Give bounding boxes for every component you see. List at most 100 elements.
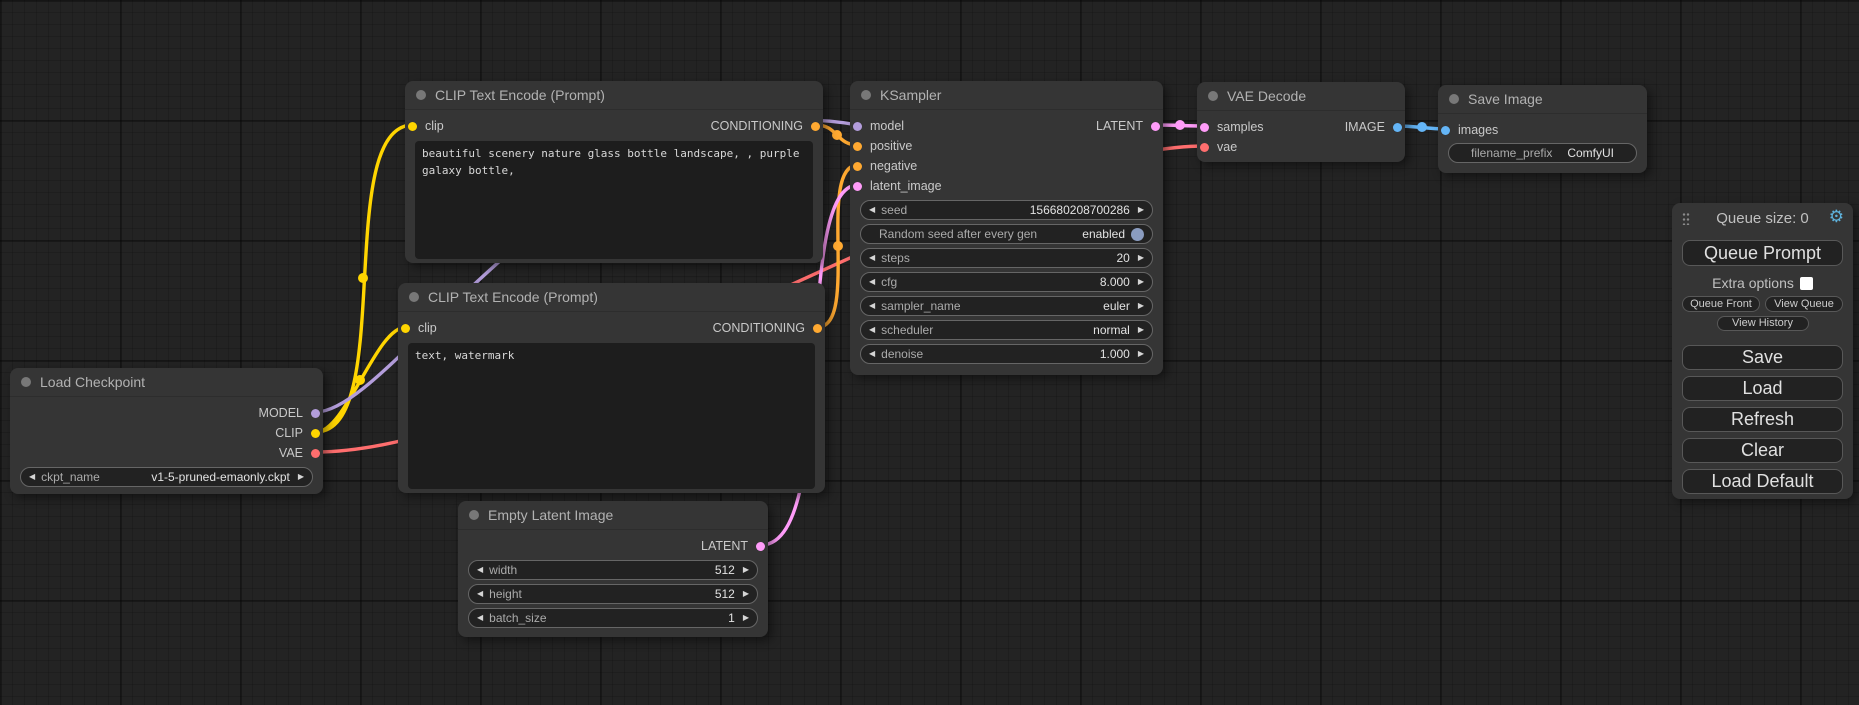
queue-front-button[interactable]: Queue Front: [1682, 296, 1760, 312]
arrow-right-icon[interactable]: ▶: [1138, 296, 1144, 316]
node-load-checkpoint[interactable]: Load Checkpoint MODEL CLIP VAE ◀ ckpt_na…: [10, 368, 323, 494]
prompt-textarea[interactable]: beautiful scenery nature glass bottle la…: [415, 141, 813, 259]
denoise-widget[interactable]: ◀ denoise 1.000 ▶: [860, 344, 1153, 364]
clip-input-port[interactable]: [401, 324, 410, 333]
model-output-port[interactable]: [311, 409, 320, 418]
height-widget[interactable]: ◀ height 512 ▶: [468, 584, 758, 604]
refresh-button[interactable]: Refresh: [1682, 407, 1843, 432]
arrow-right-icon[interactable]: ▶: [298, 467, 304, 487]
node-title-bar[interactable]: Empty Latent Image: [458, 501, 768, 530]
input-label: clip: [418, 318, 437, 338]
view-history-button[interactable]: View History: [1717, 316, 1809, 331]
steps-widget[interactable]: ◀ steps 20 ▶: [860, 248, 1153, 268]
clip-output-port[interactable]: [311, 429, 320, 438]
random-seed-widget[interactable]: Random seed after every gen enabled: [860, 224, 1153, 244]
arrow-left-icon[interactable]: ◀: [477, 608, 483, 628]
conditioning-output-port[interactable]: [811, 122, 820, 131]
clip-input-port[interactable]: [408, 122, 417, 131]
port-row: negative: [850, 156, 1163, 176]
arrow-right-icon[interactable]: ▶: [743, 608, 749, 628]
arrow-left-icon[interactable]: ◀: [869, 344, 875, 364]
vae-input-port[interactable]: [1200, 143, 1209, 152]
image-output-port[interactable]: [1393, 123, 1402, 132]
sampler-name-widget[interactable]: ◀ sampler_name euler ▶: [860, 296, 1153, 316]
load-button[interactable]: Load: [1682, 376, 1843, 401]
extra-options-checkbox[interactable]: [1800, 277, 1813, 290]
seed-widget[interactable]: ◀ seed 156680208700286 ▶: [860, 200, 1153, 220]
port-row: model LATENT: [850, 116, 1163, 136]
node-title-bar[interactable]: KSampler: [850, 81, 1163, 110]
node-ksampler[interactable]: KSampler model LATENT positive negative …: [850, 81, 1163, 375]
latent-output-port[interactable]: [1151, 122, 1160, 131]
conditioning-output-port[interactable]: [813, 324, 822, 333]
node-collapse-dot-icon[interactable]: [1208, 91, 1218, 101]
ckpt-name-widget[interactable]: ◀ ckpt_name v1-5-pruned-emaonly.ckpt ▶: [20, 467, 313, 487]
arrow-left-icon[interactable]: ◀: [477, 584, 483, 604]
node-clip-text-encode-positive[interactable]: CLIP Text Encode (Prompt) clip CONDITION…: [405, 81, 823, 263]
input-label: model: [870, 116, 904, 136]
width-widget[interactable]: ◀ width 512 ▶: [468, 560, 758, 580]
output-label: CONDITIONING: [711, 116, 803, 136]
node-collapse-dot-icon[interactable]: [1449, 94, 1459, 104]
load-default-button[interactable]: Load Default: [1682, 469, 1843, 494]
node-clip-text-encode-negative[interactable]: CLIP Text Encode (Prompt) clip CONDITION…: [398, 283, 825, 493]
arrow-right-icon[interactable]: ▶: [1138, 320, 1144, 340]
drag-handle-icon[interactable]: [1682, 212, 1690, 225]
output-label: MODEL: [259, 403, 303, 423]
arrow-right-icon[interactable]: ▶: [743, 560, 749, 580]
latent-output-port[interactable]: [756, 542, 765, 551]
view-queue-button[interactable]: View Queue: [1765, 296, 1843, 312]
node-collapse-dot-icon[interactable]: [409, 292, 419, 302]
arrow-left-icon[interactable]: ◀: [869, 320, 875, 340]
output-label: LATENT: [701, 536, 748, 556]
positive-input-port[interactable]: [853, 142, 862, 151]
widget-label: ckpt_name: [41, 470, 100, 484]
arrow-left-icon[interactable]: ◀: [29, 467, 35, 487]
save-button[interactable]: Save: [1682, 345, 1843, 370]
queue-prompt-button[interactable]: Queue Prompt: [1682, 240, 1843, 266]
prompt-textarea[interactable]: text, watermark: [408, 343, 815, 489]
filename-prefix-widget[interactable]: filename_prefix ComfyUI: [1448, 143, 1637, 163]
widget-label: denoise: [881, 347, 923, 361]
node-title-bar[interactable]: VAE Decode: [1197, 82, 1405, 111]
node-empty-latent-image[interactable]: Empty Latent Image LATENT ◀ width 512 ▶ …: [458, 501, 768, 637]
cfg-widget[interactable]: ◀ cfg 8.000 ▶: [860, 272, 1153, 292]
output-label: CONDITIONING: [713, 318, 805, 338]
node-title-bar[interactable]: Save Image: [1438, 85, 1647, 114]
negative-input-port[interactable]: [853, 162, 862, 171]
arrow-left-icon[interactable]: ◀: [869, 296, 875, 316]
node-collapse-dot-icon[interactable]: [861, 90, 871, 100]
arrow-right-icon[interactable]: ▶: [1138, 248, 1144, 268]
clear-button[interactable]: Clear: [1682, 438, 1843, 463]
arrow-left-icon[interactable]: ◀: [477, 560, 483, 580]
arrow-left-icon[interactable]: ◀: [869, 248, 875, 268]
node-vae-decode[interactable]: VAE Decode samples IMAGE vae: [1197, 82, 1405, 162]
latent-image-input-port[interactable]: [853, 182, 862, 191]
arrow-right-icon[interactable]: ▶: [1138, 272, 1144, 292]
vae-output-port[interactable]: [311, 449, 320, 458]
output-label: LATENT: [1096, 116, 1143, 136]
arrow-right-icon[interactable]: ▶: [743, 584, 749, 604]
node-collapse-dot-icon[interactable]: [21, 377, 31, 387]
gear-icon[interactable]: ⚙: [1829, 207, 1844, 227]
node-save-image[interactable]: Save Image images filename_prefix ComfyU…: [1438, 85, 1647, 173]
port-row: vae: [1197, 137, 1405, 157]
node-title-bar[interactable]: CLIP Text Encode (Prompt): [405, 81, 823, 110]
node-title-bar[interactable]: CLIP Text Encode (Prompt): [398, 283, 825, 312]
images-input-port[interactable]: [1441, 126, 1450, 135]
node-collapse-dot-icon[interactable]: [416, 90, 426, 100]
samples-input-port[interactable]: [1200, 123, 1209, 132]
model-input-port[interactable]: [853, 122, 862, 131]
batch-size-widget[interactable]: ◀ batch_size 1 ▶: [468, 608, 758, 628]
queue-panel-header[interactable]: Queue size: 0 ⚙: [1672, 203, 1853, 233]
node-collapse-dot-icon[interactable]: [469, 510, 479, 520]
arrow-left-icon[interactable]: ◀: [869, 200, 875, 220]
arrow-right-icon[interactable]: ▶: [1138, 344, 1144, 364]
toggle-dot-icon[interactable]: [1131, 228, 1144, 241]
arrow-right-icon[interactable]: ▶: [1138, 200, 1144, 220]
output-row: VAE: [10, 443, 323, 463]
extra-options-label: Extra options: [1712, 275, 1794, 291]
scheduler-widget[interactable]: ◀ scheduler normal ▶: [860, 320, 1153, 340]
node-title-bar[interactable]: Load Checkpoint: [10, 368, 323, 397]
arrow-left-icon[interactable]: ◀: [869, 272, 875, 292]
